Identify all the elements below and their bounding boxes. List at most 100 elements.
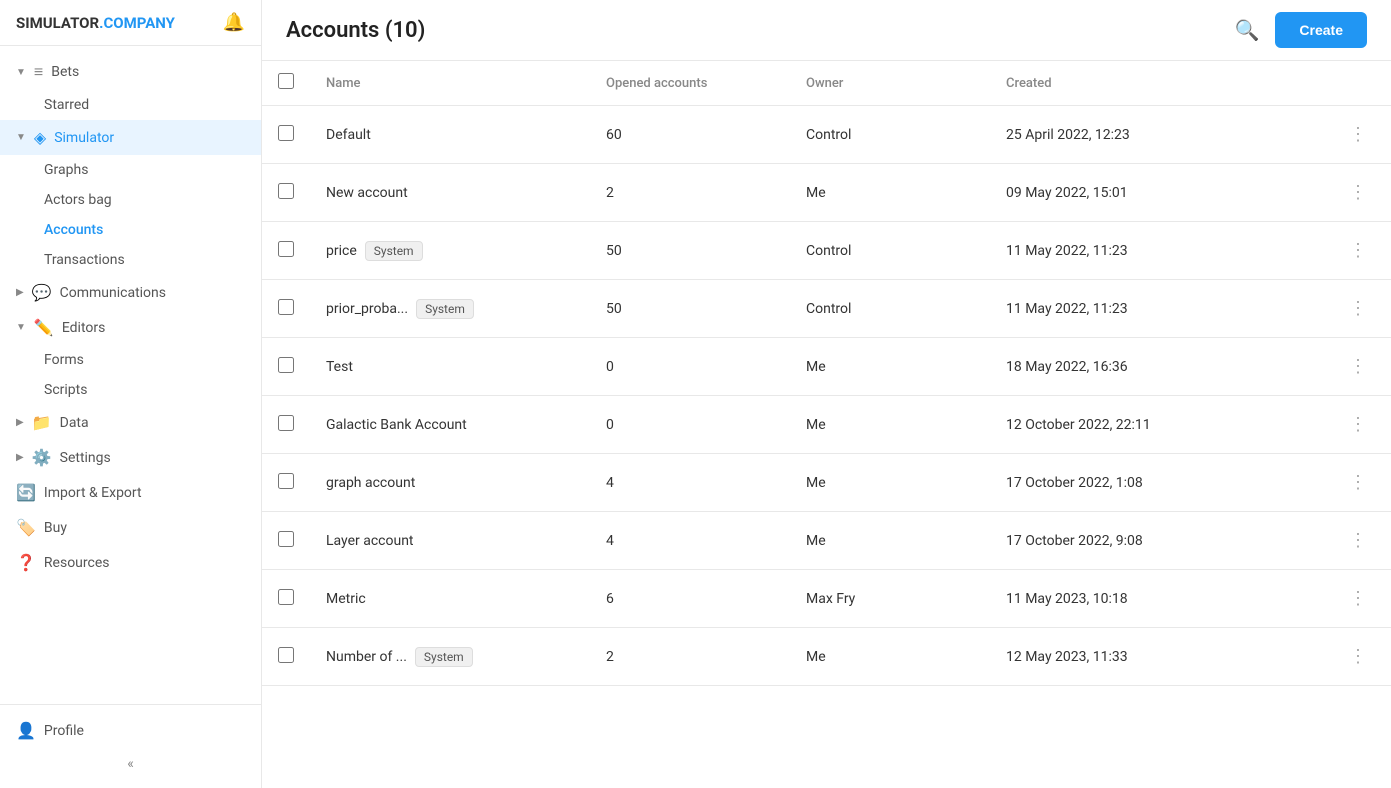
accounts-table-container: Name Opened accounts Owner Created Defau… <box>262 61 1391 788</box>
table-row: Galactic Bank Account0Me12 October 2022,… <box>262 396 1391 454</box>
row-checkbox-cell <box>262 338 310 396</box>
bell-icon[interactable]: 🔔 <box>223 12 245 33</box>
row-checkbox-cell <box>262 280 310 338</box>
row-name: New account <box>310 164 590 222</box>
row-name: priceSystem <box>310 222 590 280</box>
row-created: 09 May 2022, 15:01 <box>990 164 1282 222</box>
row-more-button[interactable]: ⋮ <box>1341 352 1375 381</box>
sidebar-item-label: Starred <box>44 97 89 113</box>
row-owner: Me <box>790 338 990 396</box>
sidebar-item-communications[interactable]: ▶ 💬 Communications <box>0 275 261 310</box>
row-more-button[interactable]: ⋮ <box>1341 178 1375 207</box>
column-name: Name <box>310 61 590 106</box>
row-checkbox[interactable] <box>278 357 294 373</box>
settings-icon: ⚙️ <box>32 448 52 467</box>
row-more-button[interactable]: ⋮ <box>1341 294 1375 323</box>
editors-icon: ✏️ <box>34 318 54 337</box>
column-actions <box>1282 61 1391 106</box>
simulator-icon: ◈ <box>34 128 46 147</box>
row-more-button[interactable]: ⋮ <box>1341 526 1375 555</box>
row-opened-accounts: 4 <box>590 512 790 570</box>
sidebar-item-starred[interactable]: Starred <box>0 90 261 120</box>
row-owner: Control <box>790 280 990 338</box>
row-checkbox[interactable] <box>278 647 294 663</box>
sidebar-item-actors-bag[interactable]: Actors bag <box>0 185 261 215</box>
search-icon[interactable]: 🔍 <box>1235 18 1260 42</box>
sidebar-item-accounts[interactable]: Accounts <box>0 215 261 245</box>
row-name: Default <box>310 106 590 164</box>
sidebar-item-transactions[interactable]: Transactions <box>0 245 261 275</box>
sidebar-item-profile[interactable]: 👤 Profile <box>0 713 261 748</box>
sidebar-item-scripts[interactable]: Scripts <box>0 375 261 405</box>
row-actions: ⋮ <box>1282 338 1391 396</box>
row-actions: ⋮ <box>1282 512 1391 570</box>
sidebar-item-buy[interactable]: 🏷️ Buy <box>0 510 261 545</box>
row-created: 12 October 2022, 22:11 <box>990 396 1282 454</box>
collapse-icon: « <box>127 756 134 772</box>
sidebar-item-label: Buy <box>44 520 67 536</box>
communications-icon: 💬 <box>32 283 52 302</box>
table-header: Name Opened accounts Owner Created <box>262 61 1391 106</box>
buy-icon: 🏷️ <box>16 518 36 537</box>
table-body: Default60Control25 April 2022, 12:23⋮New… <box>262 106 1391 686</box>
sidebar-item-bets[interactable]: ▼ ≡ Bets <box>0 54 261 90</box>
row-actions: ⋮ <box>1282 454 1391 512</box>
row-more-button[interactable]: ⋮ <box>1341 410 1375 439</box>
column-opened-accounts: Opened accounts <box>590 61 790 106</box>
sidebar-item-simulator[interactable]: ▼ ◈ Simulator <box>0 120 261 155</box>
row-more-button[interactable]: ⋮ <box>1341 642 1375 671</box>
row-owner: Control <box>790 106 990 164</box>
row-more-button[interactable]: ⋮ <box>1341 468 1375 497</box>
sidebar-bottom: 👤 Profile « <box>0 704 261 788</box>
sidebar-item-resources[interactable]: ❓ Resources <box>0 545 261 580</box>
system-tag: System <box>416 299 474 319</box>
sidebar-nav: ▼ ≡ Bets Starred ▼ ◈ Simulator Graphs Ac… <box>0 46 261 704</box>
sidebar-item-editors[interactable]: ▼ ✏️ Editors <box>0 310 261 345</box>
table-row: Layer account4Me17 October 2022, 9:08⋮ <box>262 512 1391 570</box>
sidebar-item-graphs[interactable]: Graphs <box>0 155 261 185</box>
row-owner: Me <box>790 164 990 222</box>
row-owner: Max Fry <box>790 570 990 628</box>
row-checkbox-cell <box>262 628 310 686</box>
select-all-checkbox[interactable] <box>278 73 294 89</box>
sidebar-item-data[interactable]: ▶ 📁 Data <box>0 405 261 440</box>
row-name: prior_proba...System <box>310 280 590 338</box>
table-row: priceSystem50Control11 May 2022, 11:23⋮ <box>262 222 1391 280</box>
row-name: Galactic Bank Account <box>310 396 590 454</box>
row-checkbox[interactable] <box>278 531 294 547</box>
column-owner: Owner <box>790 61 990 106</box>
sidebar-item-label: Editors <box>62 320 106 336</box>
sidebar-item-label: Accounts <box>44 222 103 238</box>
chevron-right-icon: ▶ <box>16 452 24 463</box>
row-checkbox[interactable] <box>278 415 294 431</box>
row-created: 17 October 2022, 1:08 <box>990 454 1282 512</box>
sidebar-item-settings[interactable]: ▶ ⚙️ Settings <box>0 440 261 475</box>
sidebar-collapse-button[interactable]: « <box>0 748 261 780</box>
accounts-table: Name Opened accounts Owner Created Defau… <box>262 61 1391 686</box>
row-checkbox[interactable] <box>278 241 294 257</box>
header-checkbox-cell <box>262 61 310 106</box>
row-checkbox[interactable] <box>278 589 294 605</box>
chevron-down-icon: ▼ <box>16 67 26 78</box>
row-actions: ⋮ <box>1282 628 1391 686</box>
sidebar-item-label: Bets <box>51 64 79 80</box>
logo: SIMULATOR.COMPANY <box>16 14 175 32</box>
row-checkbox[interactable] <box>278 183 294 199</box>
table-row: Metric6Max Fry11 May 2023, 10:18⋮ <box>262 570 1391 628</box>
row-more-button[interactable]: ⋮ <box>1341 584 1375 613</box>
row-checkbox[interactable] <box>278 125 294 141</box>
sidebar-item-forms[interactable]: Forms <box>0 345 261 375</box>
sidebar-item-import-export[interactable]: 🔄 Import & Export <box>0 475 261 510</box>
row-owner: Me <box>790 454 990 512</box>
row-checkbox[interactable] <box>278 473 294 489</box>
page-header: Accounts (10) 🔍 Create <box>262 0 1391 61</box>
row-more-button[interactable]: ⋮ <box>1341 236 1375 265</box>
chevron-right-icon: ▶ <box>16 287 24 298</box>
page-title: Accounts (10) <box>286 18 1219 43</box>
row-more-button[interactable]: ⋮ <box>1341 120 1375 149</box>
row-checkbox[interactable] <box>278 299 294 315</box>
create-button[interactable]: Create <box>1275 12 1367 48</box>
row-created: 18 May 2022, 16:36 <box>990 338 1282 396</box>
sidebar-item-label: Resources <box>44 555 110 571</box>
row-opened-accounts: 0 <box>590 338 790 396</box>
